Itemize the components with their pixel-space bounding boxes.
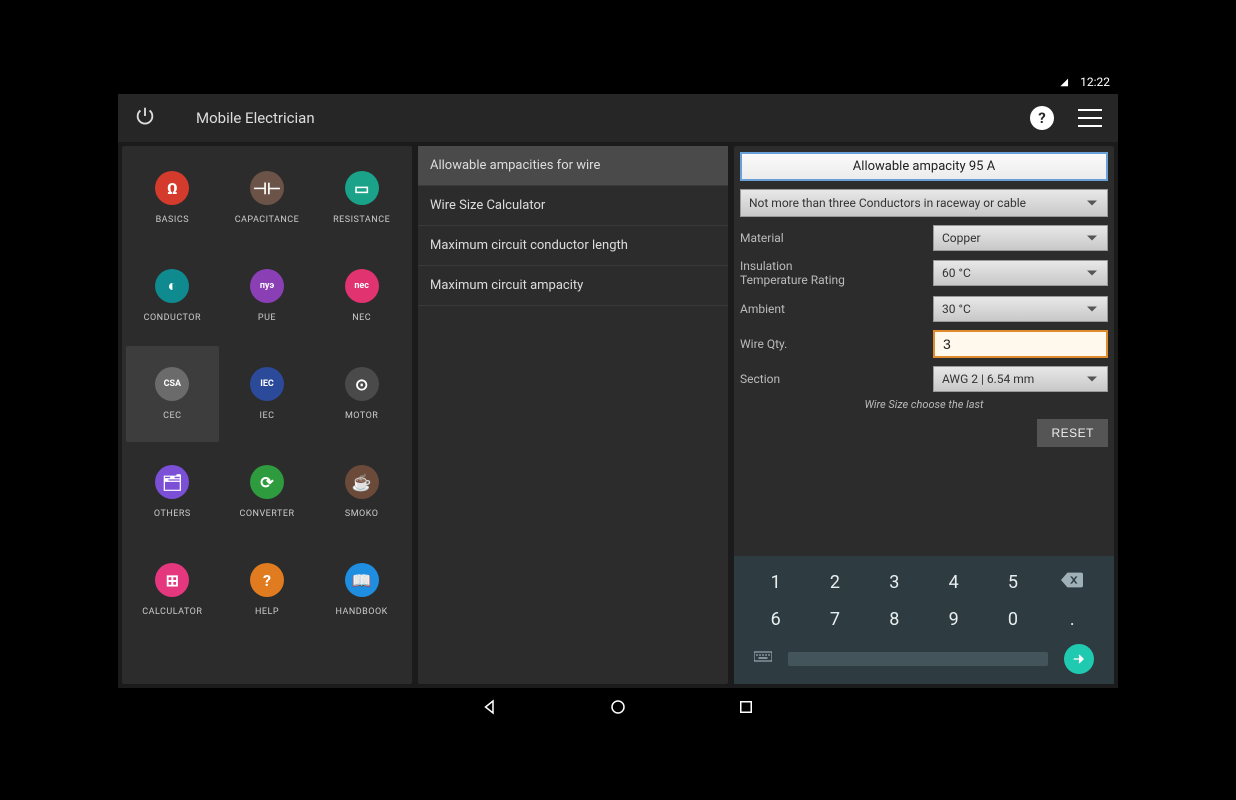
submenu-list: Allowable ampacities for wireWire Size C…: [418, 146, 728, 684]
tablet-frame: ◢ 12:22 Mobile Electrician ? Ω BASICS ⊣⊢ CA…: [28, 30, 1208, 770]
numeric-keypad: 12345 67890.: [734, 556, 1114, 684]
key-7[interactable]: 7: [805, 605, 864, 634]
category-label: HANDBOOK: [335, 607, 387, 617]
key-6[interactable]: 6: [746, 605, 805, 634]
capacitance-icon: ⊣⊢: [250, 171, 284, 205]
category-iec[interactable]: IEC IEC: [221, 346, 314, 442]
key-5[interactable]: 5: [983, 568, 1042, 597]
material-select[interactable]: Copper: [933, 225, 1108, 251]
reset-button[interactable]: RESET: [1037, 419, 1108, 447]
category-label: HELP: [255, 607, 279, 617]
material-label: Material: [740, 231, 923, 245]
nec-icon: nec: [345, 269, 379, 303]
converter-icon: ⟳: [250, 465, 284, 499]
conductors-select[interactable]: Not more than three Conductors in racewa…: [740, 189, 1108, 217]
content: Ω BASICS ⊣⊢ CAPACITANCE ▭ RESISTANCE ◐ CONDUCTO…: [118, 142, 1118, 688]
category-label: NEC: [352, 313, 371, 323]
category-nec[interactable]: nec NEC: [315, 248, 408, 344]
resistance-icon: ▭: [345, 171, 379, 205]
status-bar: ◢ 12:22: [118, 70, 1118, 94]
wire-qty-label: Wire Qty.: [740, 337, 923, 351]
category-calculator[interactable]: ⊞ CALCULATOR: [126, 542, 219, 638]
pue-icon: пуэ: [250, 269, 284, 303]
category-label: CEC: [163, 411, 181, 421]
motor-icon: ⊙: [345, 367, 379, 401]
category-help[interactable]: ? HELP: [221, 542, 314, 638]
insulation-select[interactable]: 60 °C: [933, 260, 1108, 286]
category-label: IEC: [260, 411, 275, 421]
section-select[interactable]: AWG 2 | 6.54 mm: [933, 366, 1108, 392]
key-0[interactable]: 0: [983, 605, 1042, 634]
app-title: Mobile Electrician: [196, 109, 315, 127]
key-3[interactable]: 3: [865, 568, 924, 597]
category-label: OTHERS: [154, 509, 191, 519]
cec-icon: CSA: [155, 367, 189, 401]
category-label: MOTOR: [345, 411, 378, 421]
key-2[interactable]: 2: [805, 568, 864, 597]
android-nav-bar: [118, 688, 1118, 730]
section-label: Section: [740, 372, 923, 386]
result-display: Allowable ampacity 95 A: [740, 152, 1108, 181]
backspace-key[interactable]: [1043, 568, 1102, 597]
category-label: CONVERTER: [239, 509, 294, 519]
ambient-select[interactable]: 30 °C: [933, 296, 1108, 322]
category-cec[interactable]: CSA CEC: [126, 346, 219, 442]
insulation-label: Insulation Temperature Rating: [740, 259, 923, 288]
category-capacitance[interactable]: ⊣⊢ CAPACITANCE: [221, 150, 314, 246]
key-dot[interactable]: .: [1043, 605, 1102, 634]
space-key[interactable]: [788, 652, 1048, 666]
category-label: PUE: [258, 313, 276, 323]
key-4[interactable]: 4: [924, 568, 983, 597]
category-label: CALCULATOR: [142, 607, 202, 617]
category-basics[interactable]: Ω BASICS: [126, 150, 219, 246]
status-time: 12:22: [1080, 75, 1110, 89]
iec-icon: IEC: [250, 367, 284, 401]
category-label: BASICS: [156, 215, 189, 225]
category-smoko[interactable]: ☕ SMOKO: [315, 444, 408, 540]
menu-item-0[interactable]: Allowable ampacities for wire: [418, 146, 728, 186]
others-icon: 🗂: [155, 465, 189, 499]
category-conductor[interactable]: ◐ CONDUCTOR: [126, 248, 219, 344]
signal-icon: ◢: [1060, 77, 1068, 88]
category-label: CONDUCTOR: [144, 313, 201, 323]
keyboard-icon[interactable]: [754, 650, 772, 669]
category-converter[interactable]: ⟳ CONVERTER: [221, 444, 314, 540]
menu-item-2[interactable]: Maximum circuit conductor length: [418, 226, 728, 266]
conductor-icon: ◐: [155, 269, 189, 303]
menu-item-3[interactable]: Maximum circuit ampacity: [418, 266, 728, 306]
form-panel: Allowable ampacity 95 A Not more than th…: [734, 146, 1114, 684]
enter-key[interactable]: [1064, 644, 1094, 674]
category-others[interactable]: 🗂 OTHERS: [126, 444, 219, 540]
hamburger-menu-icon[interactable]: [1078, 109, 1102, 127]
calculator-icon: ⊞: [155, 563, 189, 597]
wire-qty-input[interactable]: [933, 330, 1108, 358]
key-8[interactable]: 8: [865, 605, 924, 634]
smoko-icon: ☕: [345, 465, 379, 499]
basics-icon: Ω: [155, 171, 189, 205]
home-nav-icon[interactable]: [609, 698, 627, 720]
help-icon: ?: [250, 563, 284, 597]
power-icon[interactable]: [134, 105, 156, 131]
handbook-icon: 📖: [345, 563, 379, 597]
key-1[interactable]: 1: [746, 568, 805, 597]
category-resistance[interactable]: ▭ RESISTANCE: [315, 150, 408, 246]
category-label: RESISTANCE: [333, 215, 390, 225]
category-handbook[interactable]: 📖 HANDBOOK: [315, 542, 408, 638]
menu-item-1[interactable]: Wire Size Calculator: [418, 186, 728, 226]
app-bar: Mobile Electrician ?: [118, 94, 1118, 142]
wire-size-hint: Wire Size choose the last: [740, 398, 1108, 411]
category-label: CAPACITANCE: [235, 215, 300, 225]
help-icon[interactable]: ?: [1030, 106, 1054, 130]
category-pue[interactable]: пуэ PUE: [221, 248, 314, 344]
back-nav-icon[interactable]: [481, 698, 499, 720]
screen: ◢ 12:22 Mobile Electrician ? Ω BASICS ⊣⊢ CA…: [118, 70, 1118, 730]
category-label: SMOKO: [345, 509, 379, 519]
recent-nav-icon[interactable]: [737, 698, 755, 720]
key-9[interactable]: 9: [924, 605, 983, 634]
category-motor[interactable]: ⊙ MOTOR: [315, 346, 408, 442]
category-grid: Ω BASICS ⊣⊢ CAPACITANCE ▭ RESISTANCE ◐ CONDUCTO…: [122, 146, 412, 684]
ambient-label: Ambient: [740, 302, 923, 316]
